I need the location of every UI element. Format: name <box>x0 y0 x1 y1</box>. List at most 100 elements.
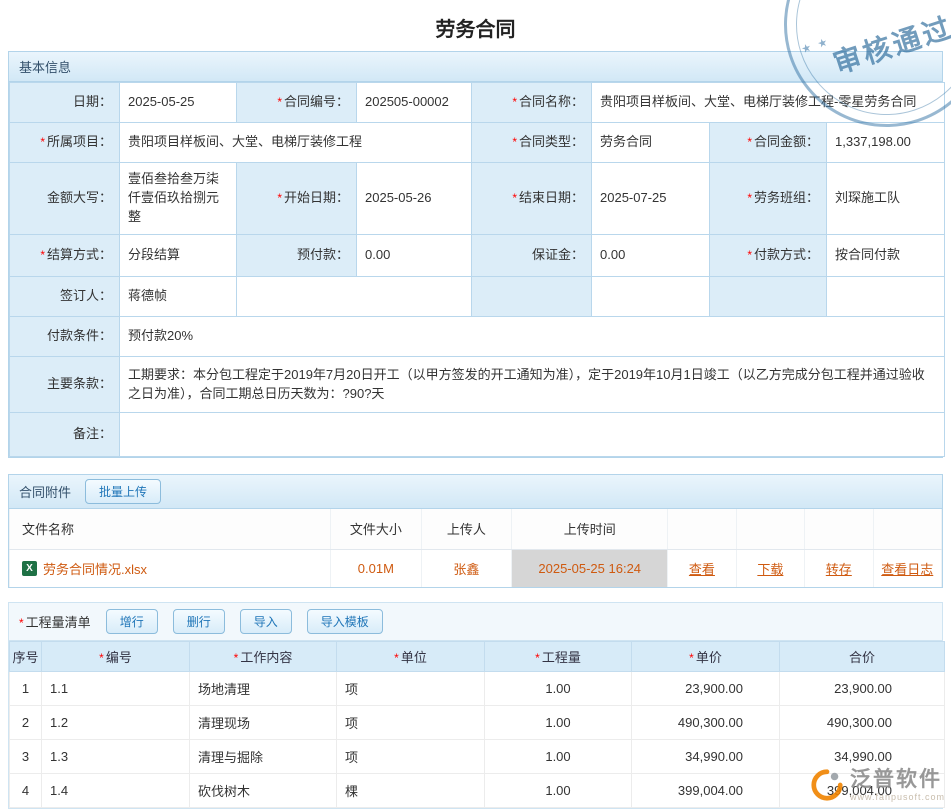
col-header-uploader: 上传人 <box>421 509 512 549</box>
boq-section: *工程量清单 增行 删行 导入 导入模板 序号 *编号 *工作内容 *单位 *工… <box>8 602 943 809</box>
code-cell[interactable]: 1.1 <box>42 672 190 706</box>
col-header-empty <box>736 509 804 549</box>
batch-upload-button[interactable]: 批量上传 <box>85 479 161 504</box>
field-value-advance: 0.00 <box>357 235 472 277</box>
code-cell[interactable]: 1.4 <box>42 774 190 808</box>
required-marker: * <box>689 651 694 665</box>
col-header-unit-price: *单价 <box>632 642 780 672</box>
page-title: 劳务合同 <box>0 0 951 51</box>
field-label-advance: 预付款： <box>237 235 357 277</box>
work-content-cell[interactable]: 清理与掘除 <box>190 740 337 774</box>
field-label-contract-type: *合同类型： <box>472 123 592 163</box>
work-content-cell[interactable]: 砍伐树木 <box>190 774 337 808</box>
total-cell: 490,300.00 <box>780 706 945 740</box>
download-link[interactable]: 下载 <box>757 562 783 577</box>
col-header-file-name: 文件名称 <box>10 509 331 549</box>
empty-label-cell <box>472 277 592 317</box>
action-cell: 查看日志 <box>873 549 941 587</box>
field-value-deposit: 0.00 <box>592 235 710 277</box>
required-marker: * <box>277 95 282 109</box>
delete-row-button[interactable]: 删行 <box>173 609 225 634</box>
code-cell[interactable]: 1.3 <box>42 740 190 774</box>
excel-file-icon: X <box>22 561 37 576</box>
action-cell: 查看 <box>668 549 736 587</box>
boq-title: *工程量清单 <box>19 612 91 631</box>
view-link[interactable]: 查看 <box>689 562 715 577</box>
attachment-row: X 劳务合同情况.xlsx 0.01M 张鑫 2025-05-25 16:24 … <box>10 549 942 587</box>
col-header-seq: 序号 <box>10 642 42 672</box>
field-label-date: 日期： <box>10 83 120 123</box>
field-value-amount-words: 壹佰叁拾叁万柒仟壹佰玖拾捌元整 <box>120 163 237 235</box>
empty-cell <box>237 277 472 317</box>
required-marker: * <box>512 95 517 109</box>
required-marker: * <box>277 191 282 205</box>
unit-cell[interactable]: 项 <box>337 740 485 774</box>
add-row-button[interactable]: 增行 <box>106 609 158 634</box>
field-value-contract-type: 劳务合同 <box>592 123 710 163</box>
col-header-quantity: *工程量 <box>485 642 632 672</box>
field-value-start-date: 2025-05-26 <box>357 163 472 235</box>
required-marker: * <box>394 651 399 665</box>
table-row: *所属项目： 贵阳项目样板间、大堂、电梯厅装修工程 *合同类型： 劳务合同 *合… <box>10 123 945 163</box>
attachments-table: 文件名称 文件大小 上传人 上传时间 X 劳务合同情况.xlsx 0.01M <box>9 509 942 587</box>
col-header-empty <box>668 509 736 549</box>
required-marker: * <box>747 135 752 149</box>
field-label-end-date: *结束日期： <box>472 163 592 235</box>
required-marker: * <box>747 248 752 262</box>
boq-toolbar: *工程量清单 增行 删行 导入 导入模板 <box>9 603 942 641</box>
attachments-header: 合同附件 批量上传 <box>9 475 942 509</box>
field-label-payment-terms: 付款条件： <box>10 317 120 357</box>
table-row: *结算方式： 分段结算 预付款： 0.00 保证金： 0.00 *付款方式： 按… <box>10 235 945 277</box>
work-content-cell[interactable]: 场地清理 <box>190 672 337 706</box>
boq-row: 2 1.2 清理现场 项 1.00 490,300.00 490,300.00 <box>10 706 945 740</box>
field-value-settlement: 分段结算 <box>120 235 237 277</box>
unit-price-cell[interactable]: 34,990.00 <box>632 740 780 774</box>
seq-cell: 3 <box>10 740 42 774</box>
field-label-contract-name: *合同名称： <box>472 83 592 123</box>
required-marker: * <box>99 651 104 665</box>
unit-cell[interactable]: 项 <box>337 706 485 740</box>
empty-label-cell <box>710 277 827 317</box>
total-cell: 23,900.00 <box>780 672 945 706</box>
seq-cell: 1 <box>10 672 42 706</box>
required-marker: * <box>747 191 752 205</box>
boq-row: 3 1.3 清理与掘除 项 1.00 34,990.00 34,990.00 <box>10 740 945 774</box>
unit-cell[interactable]: 项 <box>337 672 485 706</box>
required-marker: * <box>234 651 239 665</box>
unit-cell[interactable]: 棵 <box>337 774 485 808</box>
field-label-project: *所属项目： <box>10 123 120 163</box>
file-link[interactable]: X 劳务合同情况.xlsx <box>22 559 147 578</box>
field-label-signer: 签订人： <box>10 277 120 317</box>
transfer-link[interactable]: 转存 <box>826 562 852 577</box>
field-label-start-date: *开始日期： <box>237 163 357 235</box>
table-row: 主要条款： 工期要求：本分包工程定于2019年7月20日开工（以甲方签发的开工通… <box>10 357 945 413</box>
unit-price-cell[interactable]: 490,300.00 <box>632 706 780 740</box>
work-content-cell[interactable]: 清理现场 <box>190 706 337 740</box>
field-label-contract-no: *合同编号： <box>237 83 357 123</box>
quantity-cell[interactable]: 1.00 <box>485 774 632 808</box>
quantity-cell[interactable]: 1.00 <box>485 706 632 740</box>
quantity-cell[interactable]: 1.00 <box>485 672 632 706</box>
field-value-main-terms: 工期要求：本分包工程定于2019年7月20日开工（以甲方签发的开工通知为准），定… <box>120 357 945 413</box>
unit-price-cell[interactable]: 399,004.00 <box>632 774 780 808</box>
table-row: 金额大写： 壹佰叁拾叁万柒仟壹佰玖拾捌元整 *开始日期： 2025-05-26 … <box>10 163 945 235</box>
code-cell[interactable]: 1.2 <box>42 706 190 740</box>
import-button[interactable]: 导入 <box>240 609 292 634</box>
table-row: 备注： <box>10 413 945 457</box>
import-template-button[interactable]: 导入模板 <box>307 609 383 634</box>
field-value-signer: 蒋德帧 <box>120 277 237 317</box>
file-name-text: 劳务合同情况.xlsx <box>43 559 147 578</box>
field-label-deposit: 保证金： <box>472 235 592 277</box>
field-value-contract-amount: 1,337,198.00 <box>827 123 945 163</box>
basic-info-section: 基本信息 日期： 2025-05-25 *合同编号： 202505-00002 … <box>8 51 943 458</box>
view-log-link[interactable]: 查看日志 <box>881 562 933 577</box>
file-size-cell: 0.01M <box>331 549 422 587</box>
quantity-cell[interactable]: 1.00 <box>485 740 632 774</box>
unit-price-cell[interactable]: 23,900.00 <box>632 672 780 706</box>
field-label-remark: 备注： <box>10 413 120 457</box>
table-row: 签订人： 蒋德帧 <box>10 277 945 317</box>
seq-cell: 2 <box>10 706 42 740</box>
required-marker: * <box>512 191 517 205</box>
required-marker: * <box>512 135 517 149</box>
file-uploader-cell: 张鑫 <box>421 549 512 587</box>
